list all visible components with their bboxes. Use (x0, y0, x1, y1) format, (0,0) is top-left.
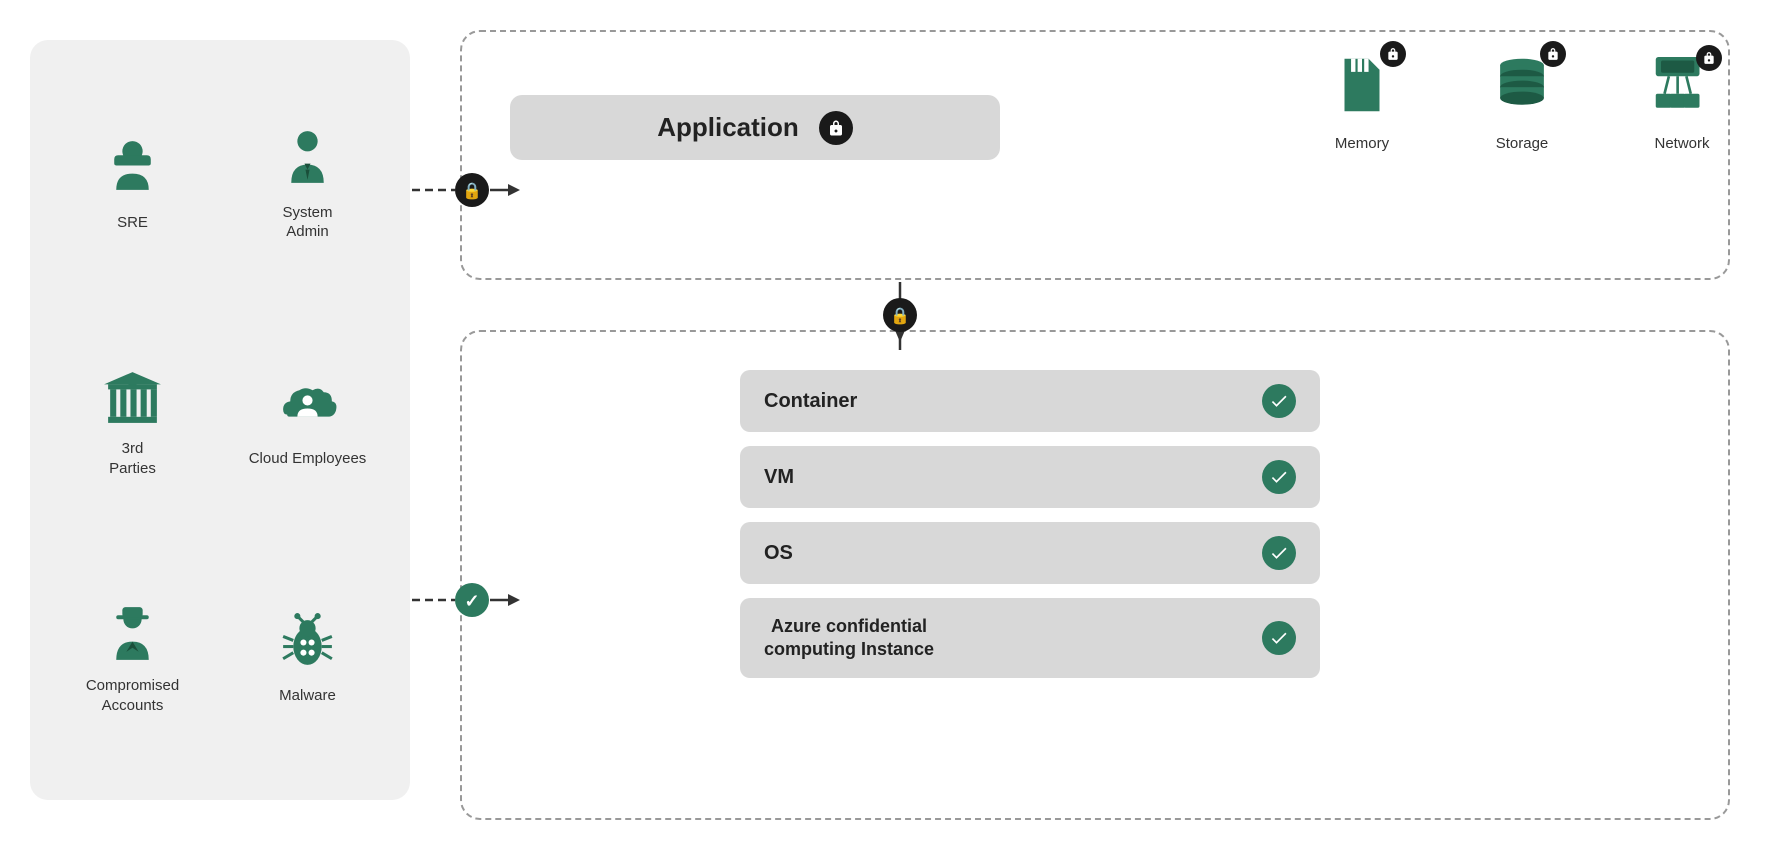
network-icon-wrap (1642, 45, 1722, 125)
building-icon (98, 361, 168, 431)
sre-icon (98, 135, 168, 205)
storage-icon-wrap (1482, 45, 1562, 125)
cloud-employees-icon (273, 371, 343, 441)
svg-text:🔒: 🔒 (890, 307, 910, 325)
actor-cloud-employees: Cloud Employees (225, 307, 390, 534)
application-lock-badge (819, 111, 853, 145)
memory-lock (1380, 41, 1406, 67)
vm-label: VM (764, 466, 794, 489)
resource-storage: Storage (1482, 45, 1562, 152)
application-bar: Application (510, 95, 1000, 160)
actors-panel: SRE SystemAdmin (30, 40, 410, 800)
actor-third-parties: 3rdParties (50, 307, 215, 534)
azure-label: Azure confidentialcomputing Instance (764, 615, 934, 662)
memory-label: Memory (1335, 135, 1389, 152)
system-admin-icon (273, 125, 343, 195)
network-lock (1696, 45, 1722, 71)
diagram-container: SRE SystemAdmin (0, 0, 1772, 852)
compromised-accounts-label: CompromisedAccounts (86, 676, 179, 715)
actor-system-admin: SystemAdmin (225, 70, 390, 297)
bug-icon (273, 608, 343, 678)
infra-items: Container VM OS Azure confidentialcomput… (740, 370, 1320, 678)
storage-lock (1540, 41, 1566, 67)
container-label: Container (764, 390, 857, 413)
system-admin-label: SystemAdmin (282, 203, 332, 242)
spy-icon (98, 598, 168, 668)
actor-sre: SRE (50, 70, 215, 297)
os-row: OS (740, 522, 1320, 584)
os-check (1262, 536, 1296, 570)
cloud-employees-label: Cloud Employees (249, 449, 367, 469)
sre-label: SRE (117, 213, 148, 233)
actor-compromised-accounts: CompromisedAccounts (50, 543, 215, 770)
resource-icons: Memory Storage (1322, 45, 1722, 152)
storage-label: Storage (1496, 135, 1549, 152)
vm-row: VM (740, 446, 1320, 508)
azure-check (1262, 621, 1296, 655)
third-parties-label: 3rdParties (109, 439, 156, 478)
resource-network: Network (1642, 45, 1722, 152)
network-label: Network (1654, 135, 1709, 152)
actor-malware: Malware (225, 543, 390, 770)
vm-check (1262, 460, 1296, 494)
azure-row: Azure confidentialcomputing Instance (740, 598, 1320, 678)
container-row: Container (740, 370, 1320, 432)
os-label: OS (764, 542, 793, 565)
resource-memory: Memory (1322, 45, 1402, 152)
container-check (1262, 384, 1296, 418)
malware-label: Malware (279, 686, 336, 706)
memory-icon-wrap (1322, 45, 1402, 125)
application-label: Application (657, 112, 799, 143)
